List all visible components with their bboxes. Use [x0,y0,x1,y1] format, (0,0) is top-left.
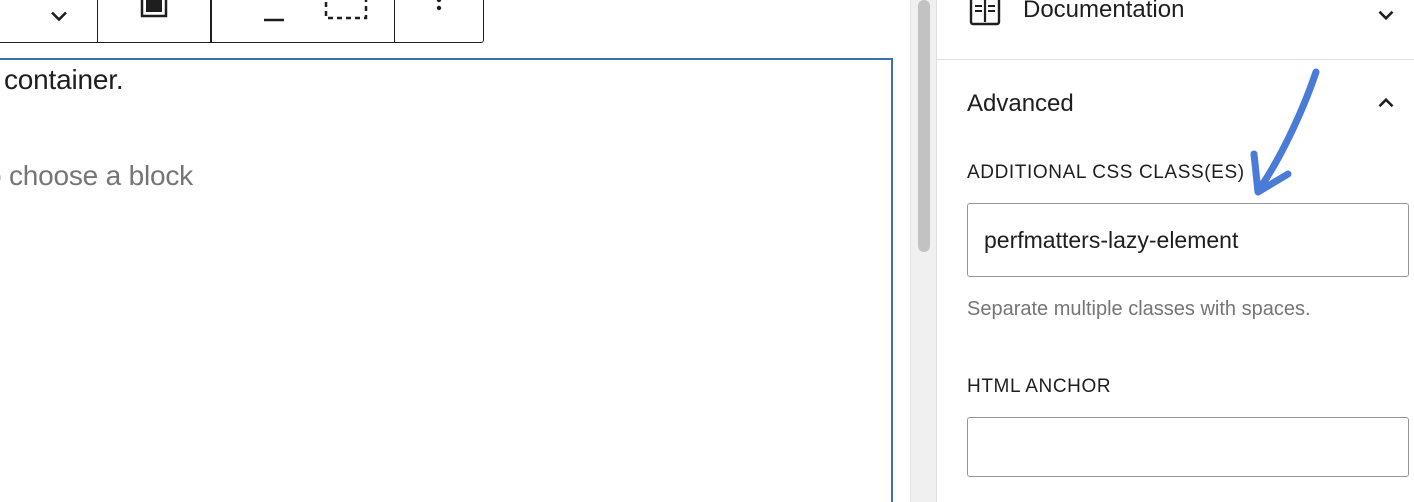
css-classes-help: Separate multiple classes with spaces. [967,298,1311,320]
documentation-panel-toggle[interactable]: Documentation [937,0,1414,60]
editor-screen: container. o choose a block Documentatio… [0,0,1414,502]
css-classes-label: ADDITIONAL CSS CLASS(ES) [967,162,1245,183]
settings-sidebar: Documentation Advanced ADDITIONAL CSS CL… [936,0,1414,502]
block-appender-placeholder[interactable]: o choose a block [0,160,193,192]
more-options-icon [436,0,442,10]
selected-block-frame[interactable] [0,58,893,502]
editor-scrollbar[interactable] [910,0,936,502]
html-anchor-label: HTML ANCHOR [967,376,1112,397]
advanced-panel-title[interactable]: Advanced [967,90,1074,118]
justify-space-between-button[interactable] [212,0,394,42]
documentation-panel-title: Documentation [1023,0,1185,23]
full-width-button[interactable] [98,0,210,42]
scrollbar-thumb[interactable] [918,0,930,252]
justify-space-between-icon [263,0,367,21]
chevron-up-icon[interactable] [1373,90,1399,116]
css-classes-input[interactable] [967,203,1409,277]
documentation-icon [969,0,1001,26]
editor-canvas: container. o choose a block [0,0,910,502]
html-anchor-input[interactable] [967,417,1409,477]
more-options-button[interactable] [395,0,483,42]
chevron-down-icon [1378,10,1394,21]
block-toolbar [0,0,484,43]
move-down-button[interactable] [0,0,97,42]
chevron-down-icon [51,11,67,21]
full-width-icon [141,0,168,17]
block-paragraph-text[interactable]: container. [4,64,124,96]
